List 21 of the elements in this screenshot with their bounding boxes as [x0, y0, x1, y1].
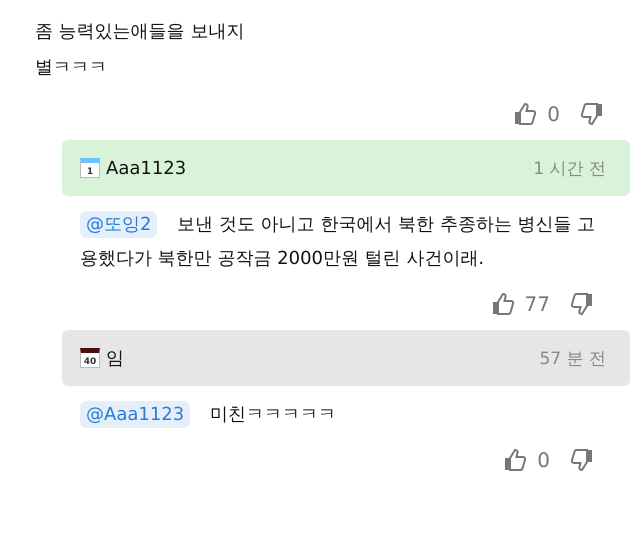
- username[interactable]: 임: [106, 346, 124, 370]
- comment-text: 별ㅋㅋㅋ: [35, 56, 108, 80]
- thumbs-up-icon[interactable]: [503, 448, 528, 472]
- thumbs-down-icon[interactable]: [570, 448, 594, 472]
- level-badge: 1: [80, 158, 100, 178]
- thumbs-up-icon[interactable]: [490, 292, 515, 316]
- level-badge: 40: [80, 348, 100, 368]
- timestamp: 57 분 전: [540, 348, 606, 370]
- thumbs-down-icon[interactable]: [570, 292, 594, 316]
- like-count: 0: [547, 102, 560, 126]
- username[interactable]: Aaa1123: [106, 158, 186, 178]
- reply-text: @또잉2 보낸 것도 아니고 한국에서 북한 추종하는 병신들 고용했다가 북한만 공작금 2000만원 털린 사건이래.: [80, 208, 610, 276]
- reply-text: @Aaa1123 미친ㅋㅋㅋㅋㅋ: [80, 398, 610, 432]
- thumbs-down-icon[interactable]: [580, 102, 604, 126]
- like-count: 0: [537, 448, 550, 472]
- timestamp: 1 시간 전: [533, 158, 606, 180]
- mention-link[interactable]: @Aaa1123: [80, 401, 190, 428]
- comment-text: 좀 능력있는애들을 보내지: [35, 20, 246, 44]
- like-count: 77: [524, 292, 550, 316]
- thumbs-up-icon[interactable]: [513, 102, 538, 126]
- mention-link[interactable]: @또잉2: [80, 211, 158, 238]
